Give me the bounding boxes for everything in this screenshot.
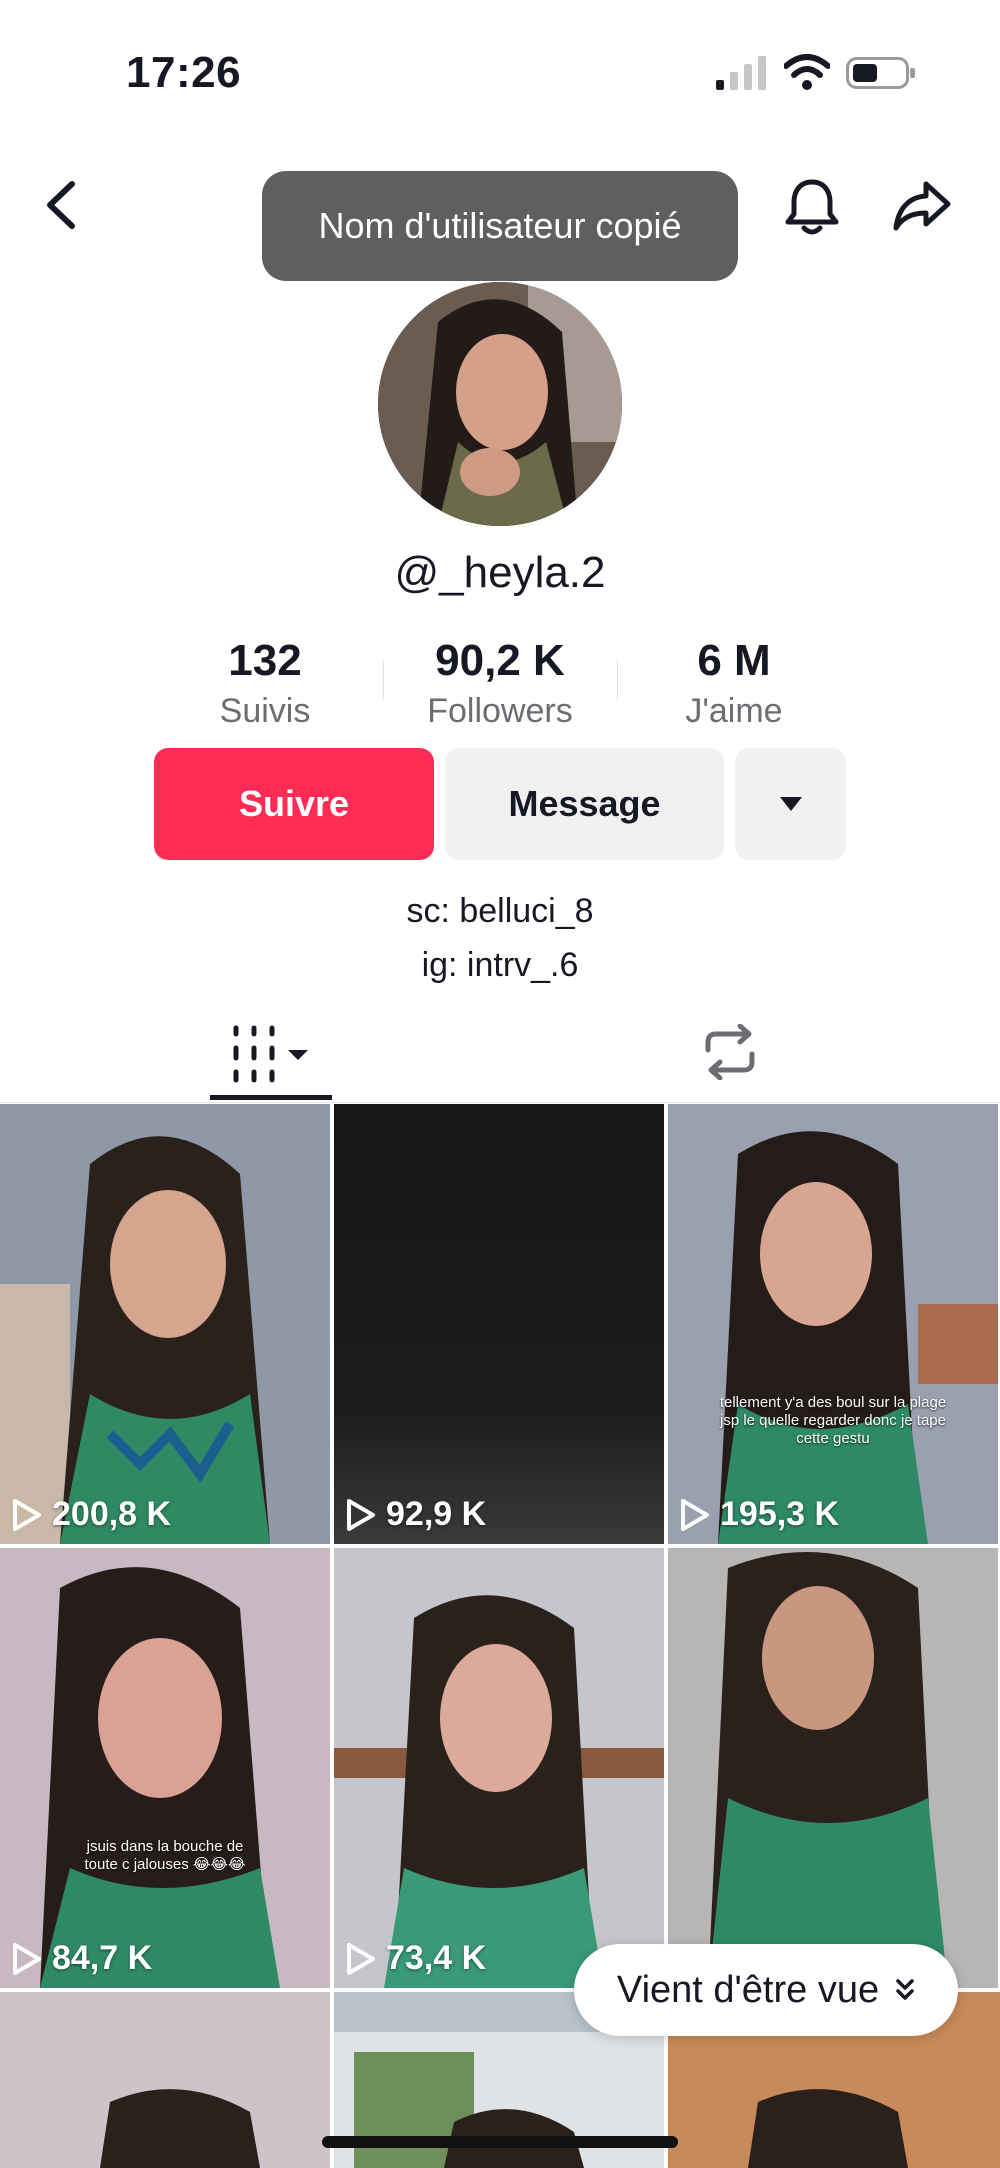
video-caption: jsuis dans la bouche de toute c jalouses… bbox=[84, 1838, 246, 1873]
video-view-count: 200,8 K bbox=[12, 1495, 171, 1534]
avatar[interactable] bbox=[378, 282, 622, 526]
profile-username[interactable]: @_heyla.2 bbox=[0, 548, 1000, 598]
video-thumbnail[interactable] bbox=[668, 1548, 998, 1988]
video-thumbnail-image bbox=[668, 1104, 998, 1544]
video-thumbnail[interactable]: tellement y'a des boul sur la plage jsp … bbox=[668, 1104, 998, 1544]
stat-followers-value: 90,2 K bbox=[435, 636, 565, 685]
bio-line: sc: belluci_8 bbox=[406, 892, 594, 930]
status-time: 17:26 bbox=[126, 48, 242, 97]
video-view-count-text: 195,3 K bbox=[720, 1495, 840, 1533]
recently-viewed-button[interactable]: Vient d'être vue bbox=[574, 1944, 958, 2036]
stat-following-label: Suivis bbox=[219, 692, 311, 730]
stat-followers-label: Followers bbox=[427, 692, 573, 730]
video-thumbnail-image bbox=[334, 1104, 664, 1544]
video-view-count: 92,9 K bbox=[346, 1495, 486, 1534]
stat-following[interactable]: 132 Suivis bbox=[155, 636, 375, 731]
video-view-count-text: 200,8 K bbox=[52, 1495, 172, 1533]
stat-likes-label: J'aime bbox=[685, 692, 783, 730]
message-button[interactable]: Message bbox=[445, 748, 724, 860]
video-view-count-text: 92,9 K bbox=[386, 1495, 487, 1533]
play-icon bbox=[13, 1942, 41, 1975]
play-icon bbox=[681, 1498, 709, 1531]
video-thumbnail[interactable]: 200,8 K bbox=[0, 1104, 330, 1544]
video-thumbnail[interactable]: 73,4 K bbox=[334, 1548, 664, 1988]
play-icon bbox=[13, 1498, 41, 1531]
video-caption: tellement y'a des boul sur la plage jsp … bbox=[719, 1394, 947, 1447]
stat-following-value: 132 bbox=[228, 636, 302, 685]
video-thumbnail-image bbox=[0, 1104, 330, 1544]
video-view-count: 195,3 K bbox=[680, 1495, 839, 1534]
video-thumbnail[interactable] bbox=[0, 1992, 330, 2168]
cellular-signal-icon bbox=[716, 56, 766, 90]
tab-repost-icon[interactable] bbox=[700, 1024, 760, 1080]
video-thumbnail-image bbox=[0, 1992, 330, 2168]
video-thumbnail[interactable]: jsuis dans la bouche de toute c jalouses… bbox=[0, 1548, 330, 1988]
stat-followers[interactable]: 90,2 K Followers bbox=[390, 636, 610, 731]
video-view-count: 84,7 K bbox=[12, 1939, 152, 1978]
bell-icon[interactable] bbox=[784, 176, 840, 236]
stat-divider bbox=[617, 660, 618, 700]
avatar-photo bbox=[378, 282, 622, 526]
video-thumbnail-image bbox=[668, 1548, 998, 1988]
stat-likes[interactable]: 6 M J'aime bbox=[624, 636, 844, 731]
play-icon bbox=[347, 1942, 375, 1975]
follow-button[interactable]: Suivre bbox=[154, 748, 434, 860]
active-tab-indicator bbox=[210, 1095, 332, 1100]
recently-viewed-label: Vient d'être vue bbox=[616, 1968, 880, 2011]
video-view-count-text: 84,7 K bbox=[52, 1939, 153, 1977]
video-thumbnail-image bbox=[0, 1548, 330, 1988]
more-options-button[interactable] bbox=[735, 748, 846, 860]
video-thumbnail[interactable]: 92,9 K bbox=[334, 1104, 664, 1544]
video-view-count-text: 73,4 K bbox=[386, 1939, 487, 1977]
double-chevron-down-icon bbox=[896, 1979, 914, 2000]
stat-divider bbox=[383, 660, 384, 700]
username-copied-toast: Nom d'utilisateur copié bbox=[262, 171, 738, 281]
tab-videos-grid-icon[interactable] bbox=[210, 1018, 332, 1092]
tab-divider bbox=[0, 1102, 1000, 1103]
stat-likes-value: 6 M bbox=[697, 636, 771, 685]
bio-line: ig: intrv_.6 bbox=[421, 946, 579, 984]
caret-down-icon bbox=[779, 797, 802, 811]
video-view-count: 73,4 K bbox=[346, 1939, 486, 1978]
video-thumbnail-image bbox=[334, 1548, 664, 1988]
share-icon[interactable] bbox=[892, 180, 952, 232]
wifi-icon bbox=[784, 54, 830, 90]
play-icon bbox=[347, 1498, 375, 1531]
home-indicator bbox=[322, 2136, 678, 2148]
back-arrow-icon[interactable] bbox=[40, 180, 84, 230]
battery-icon bbox=[846, 57, 915, 89]
